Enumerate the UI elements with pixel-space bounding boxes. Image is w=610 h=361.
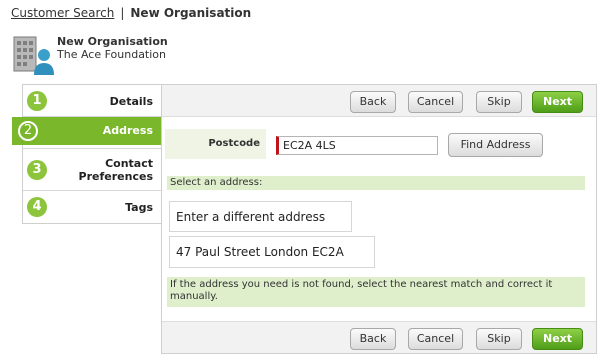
- address-panel: Back Cancel Skip Next Postcode Find Addr…: [161, 84, 597, 354]
- postcode-row: Postcode Find Address: [165, 129, 593, 159]
- back-button[interactable]: Back: [350, 328, 396, 350]
- breadcrumb-current: New Organisation: [130, 6, 252, 20]
- step-number: 1: [27, 91, 47, 111]
- cancel-button[interactable]: Cancel: [408, 328, 463, 350]
- organisation-name: The Ace Foundation: [57, 48, 167, 61]
- address-option-47-paul-street[interactable]: 47 Paul Street London EC2A: [169, 236, 375, 268]
- breadcrumb-separator: |: [120, 6, 125, 20]
- back-button[interactable]: Back: [350, 91, 396, 113]
- breadcrumb-customer-search-link[interactable]: Customer Search: [11, 6, 114, 20]
- address-not-found-note: If the address you need is not found, se…: [167, 277, 585, 307]
- cancel-button[interactable]: Cancel: [408, 91, 463, 113]
- step-number: 3: [27, 160, 47, 180]
- skip-button[interactable]: Skip: [476, 91, 522, 113]
- address-option-different[interactable]: Enter a different address: [169, 201, 352, 232]
- wizard-steps: 1 Details 3 Contact Preferences 4 Tags: [22, 84, 162, 224]
- select-address-hint: Select an address:: [167, 176, 585, 190]
- step-label: Address: [102, 124, 153, 137]
- step-number: 4: [27, 197, 47, 217]
- step-label: Details: [109, 95, 153, 108]
- postcode-label-cell: Postcode: [165, 129, 266, 159]
- organisation-icon: [13, 36, 54, 75]
- step-tags[interactable]: 4 Tags: [23, 191, 161, 223]
- postcode-label: Postcode: [208, 138, 260, 149]
- breadcrumb: Customer Search | New Organisation: [11, 6, 251, 20]
- step-contact-preferences[interactable]: 3 Contact Preferences: [23, 149, 161, 191]
- top-toolbar: Back Cancel Skip Next: [162, 85, 596, 117]
- step-details[interactable]: 1 Details: [23, 85, 161, 117]
- next-button[interactable]: Next: [532, 328, 583, 350]
- postcode-input[interactable]: [276, 136, 438, 155]
- step-address[interactable]: 2 Address: [12, 117, 172, 145]
- next-button[interactable]: Next: [532, 91, 583, 113]
- organisation-title: New Organisation: [57, 35, 168, 48]
- step-label: Contact Preferences: [78, 157, 153, 183]
- bottom-toolbar: Back Cancel Skip Next: [162, 321, 596, 353]
- skip-button[interactable]: Skip: [476, 328, 522, 350]
- step-label: Tags: [125, 201, 153, 214]
- find-address-button[interactable]: Find Address: [448, 133, 543, 157]
- step-number: 2: [18, 121, 38, 141]
